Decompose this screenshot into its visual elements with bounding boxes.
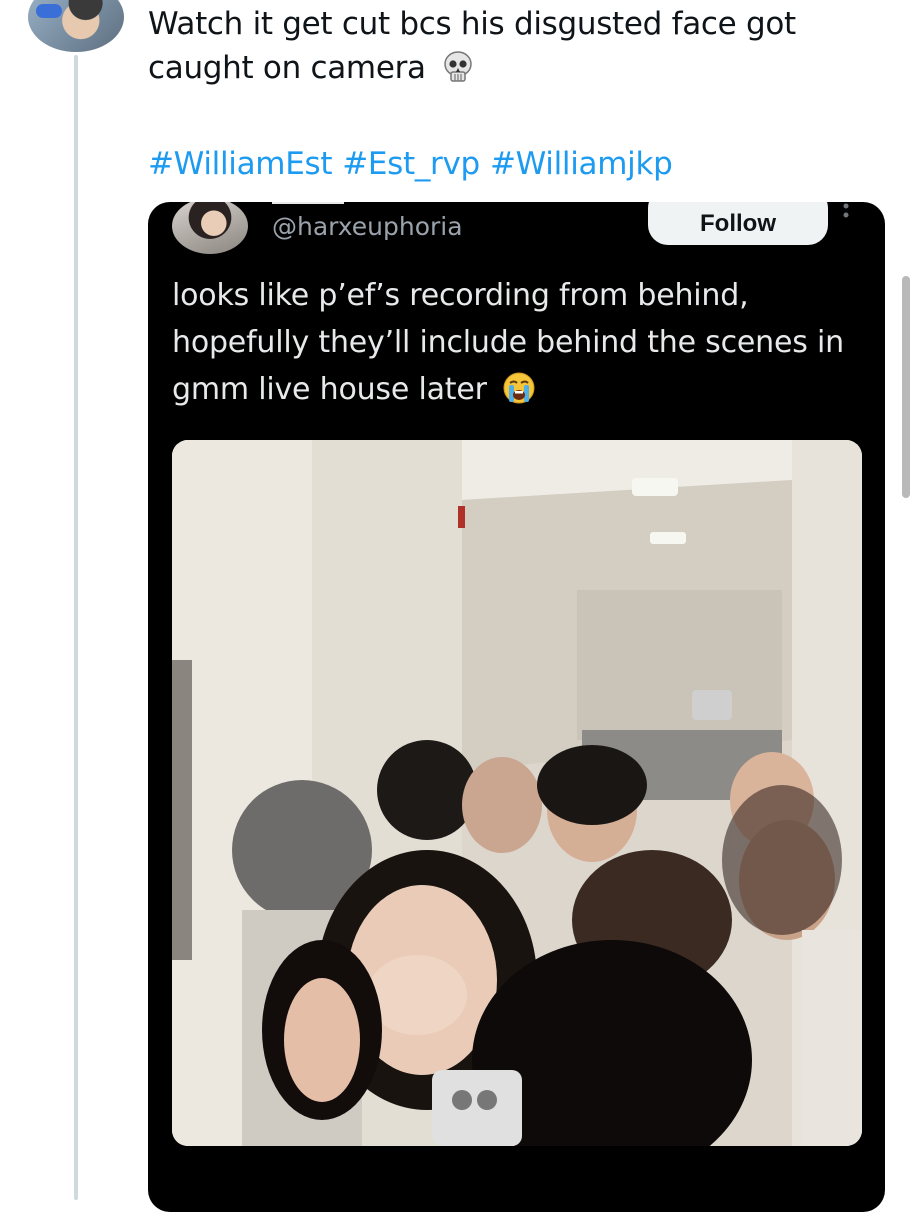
skull-icon — [441, 50, 475, 96]
more-options-icon[interactable] — [842, 202, 850, 228]
quoted-post-meta — [172, 1170, 472, 1190]
hashtag-link[interactable]: #Est_rvp — [342, 146, 480, 182]
quoted-display-name — [272, 202, 344, 204]
avatar[interactable] — [28, 0, 124, 52]
follow-button[interactable]: Follow — [648, 202, 828, 245]
page-scrollbar[interactable] — [902, 276, 910, 498]
post-media-photo[interactable] — [172, 440, 862, 1146]
reply-text: Watch it get cut bcs his disgusted face … — [148, 2, 878, 96]
hashtag-list: #WilliamEst #Est_rvp #Williamjkp — [148, 142, 682, 186]
avatar-badge — [36, 4, 62, 18]
quoted-avatar[interactable] — [172, 202, 248, 254]
quoted-post-text: looks like p’ef’s recording from behind,… — [172, 272, 872, 419]
quoted-post-card[interactable]: @harxeuphoria Follow looks like p’ef’s r… — [148, 202, 885, 1212]
quoted-handle[interactable]: @harxeuphoria — [272, 212, 463, 241]
loudly-crying-face-icon — [502, 371, 536, 419]
hashtag-link[interactable]: #WilliamEst — [148, 146, 332, 182]
thread-connector-line — [74, 55, 78, 1200]
hashtag-link[interactable]: #Williamjkp — [490, 146, 673, 182]
